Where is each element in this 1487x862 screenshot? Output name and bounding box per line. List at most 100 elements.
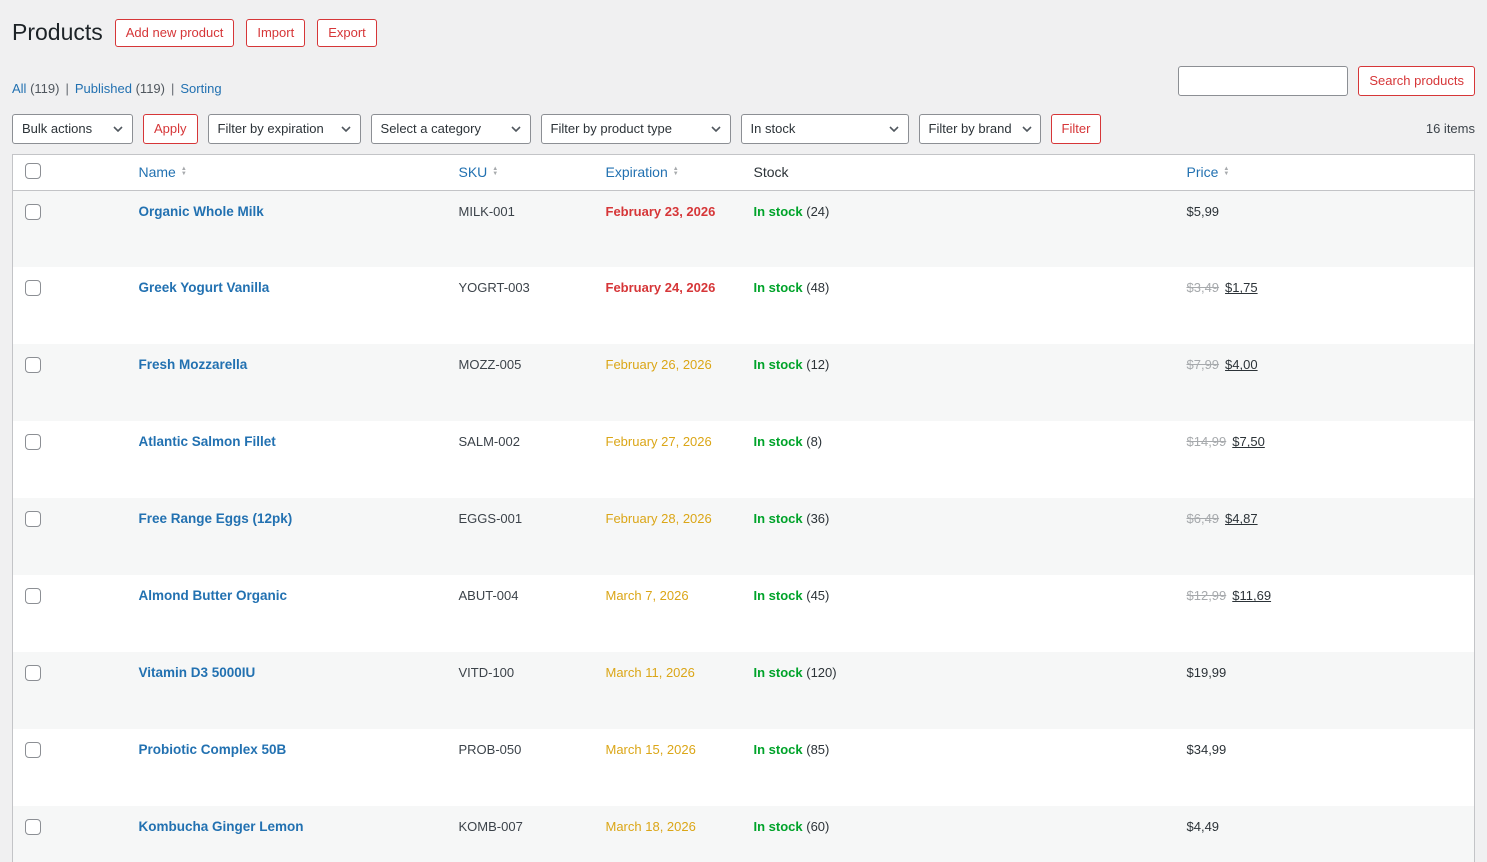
price-new: $4,00: [1225, 357, 1258, 372]
filter-by-product-type-select[interactable]: Filter by product type: [541, 114, 731, 144]
stock-status: In stock: [754, 204, 803, 219]
product-name-link[interactable]: Organic Whole Milk: [139, 204, 264, 219]
row-checkbox[interactable]: [25, 280, 41, 296]
stock-count: (85): [806, 742, 829, 757]
row-checkbox[interactable]: [25, 742, 41, 758]
column-stock: Stock: [744, 154, 1177, 190]
expiration-date: March 7, 2026: [606, 588, 689, 603]
view-sorting-link[interactable]: Sorting: [180, 81, 221, 96]
table-row: Almond Butter Organic ABUT-004 March 7, …: [13, 575, 1475, 652]
price: $4,49: [1187, 819, 1220, 834]
stock-count: (48): [806, 280, 829, 295]
row-checkbox[interactable]: [25, 357, 41, 373]
stock-status: In stock: [754, 357, 803, 372]
stock-count: (60): [806, 819, 829, 834]
sort-icon: ▲▼: [181, 167, 187, 177]
product-thumbnail-cell: [57, 652, 129, 729]
search-products-button[interactable]: Search products: [1358, 66, 1475, 96]
product-name-link[interactable]: Kombucha Ginger Lemon: [139, 819, 304, 834]
stock-status: In stock: [754, 434, 803, 449]
column-thumbnail: [57, 154, 129, 190]
price: $5,99: [1187, 204, 1220, 219]
products-table: Name▲▼ SKU▲▼ Expiration▲▼ Stock Price▲▼ …: [12, 154, 1475, 862]
table-row: Kombucha Ginger Lemon KOMB-007 March 18,…: [13, 806, 1475, 862]
product-thumbnail-cell: [57, 729, 129, 806]
product-sku: MILK-001: [449, 190, 596, 267]
view-filters: All (119) | Published (119) | Sorting: [12, 81, 222, 96]
product-name-link[interactable]: Fresh Mozzarella: [139, 357, 248, 372]
price-old: $3,49: [1187, 280, 1220, 295]
expiration-date: February 26, 2026: [606, 357, 712, 372]
price: $34,99: [1187, 742, 1227, 757]
view-published-link[interactable]: Published (119): [75, 81, 165, 96]
filter-by-expiration-select[interactable]: Filter by expiration: [208, 114, 361, 144]
product-name-link[interactable]: Vitamin D3 5000IU: [139, 665, 256, 680]
price-old: $6,49: [1187, 511, 1220, 526]
column-name[interactable]: Name▲▼: [129, 154, 449, 190]
chevron-down-icon: [1022, 126, 1032, 132]
stock-status-select[interactable]: In stock: [741, 114, 909, 144]
product-name-link[interactable]: Free Range Eggs (12pk): [139, 511, 293, 526]
price-new: $4,87: [1225, 511, 1258, 526]
expiration-date: February 27, 2026: [606, 434, 712, 449]
apply-button[interactable]: Apply: [143, 114, 198, 144]
price-new: $11,69: [1232, 588, 1271, 603]
stock-count: (45): [806, 588, 829, 603]
view-separator: |: [171, 81, 174, 96]
product-name-link[interactable]: Greek Yogurt Vanilla: [139, 280, 270, 295]
product-name-link[interactable]: Atlantic Salmon Fillet: [139, 434, 276, 449]
products-page: Products Add new product Import Export A…: [0, 0, 1487, 862]
stock-status: In stock: [754, 280, 803, 295]
stock-count: (12): [806, 357, 829, 372]
chevron-down-icon: [711, 126, 721, 132]
price: $19,99: [1187, 665, 1227, 680]
column-expiration[interactable]: Expiration▲▼: [596, 154, 744, 190]
product-sku: EGGS-001: [449, 498, 596, 575]
chevron-down-icon: [889, 126, 899, 132]
search-box: Search products: [1178, 66, 1475, 96]
filter-by-brand-select[interactable]: Filter by brand: [919, 114, 1041, 144]
price-old: $12,99: [1187, 588, 1227, 603]
stock-count: (8): [806, 434, 822, 449]
product-sku: PROB-050: [449, 729, 596, 806]
row-checkbox[interactable]: [25, 819, 41, 835]
filters-toolbar: Bulk actions Apply Filter by expiration …: [12, 114, 1475, 144]
row-checkbox[interactable]: [25, 665, 41, 681]
add-new-product-button[interactable]: Add new product: [115, 19, 235, 47]
select-category-select[interactable]: Select a category: [371, 114, 531, 144]
table-row: Atlantic Salmon Fillet SALM-002 February…: [13, 421, 1475, 498]
stock-count: (24): [806, 204, 829, 219]
stock-status: In stock: [754, 665, 803, 680]
stock-count: (120): [806, 665, 836, 680]
search-input[interactable]: [1178, 66, 1348, 96]
expiration-date: March 15, 2026: [606, 742, 696, 757]
price-new: $1,75: [1225, 280, 1258, 295]
bulk-actions-select[interactable]: Bulk actions: [12, 114, 133, 144]
row-checkbox[interactable]: [25, 204, 41, 220]
row-checkbox[interactable]: [25, 588, 41, 604]
product-name-link[interactable]: Almond Butter Organic: [139, 588, 288, 603]
select-all-checkbox[interactable]: [25, 163, 41, 179]
chevron-down-icon: [113, 126, 123, 132]
column-price[interactable]: Price▲▼: [1177, 154, 1475, 190]
table-row: Organic Whole Milk MILK-001 February 23,…: [13, 190, 1475, 267]
expiration-date: March 11, 2026: [606, 665, 695, 680]
column-sku[interactable]: SKU▲▼: [449, 154, 596, 190]
product-sku: SALM-002: [449, 421, 596, 498]
import-button[interactable]: Import: [246, 19, 305, 47]
product-thumbnail-cell: [57, 421, 129, 498]
table-header-row: Name▲▼ SKU▲▼ Expiration▲▼ Stock Price▲▼: [13, 154, 1475, 190]
export-button[interactable]: Export: [317, 19, 377, 47]
product-sku: YOGRT-003: [449, 267, 596, 344]
views-and-search-row: All (119) | Published (119) | Sorting Se…: [12, 66, 1475, 96]
filter-button[interactable]: Filter: [1051, 114, 1102, 144]
row-checkbox[interactable]: [25, 434, 41, 450]
product-thumbnail-cell: [57, 267, 129, 344]
product-thumbnail-cell: [57, 575, 129, 652]
expiration-date: February 24, 2026: [606, 280, 716, 295]
chevron-down-icon: [511, 126, 521, 132]
view-all-link[interactable]: All (119): [12, 81, 59, 96]
row-checkbox[interactable]: [25, 511, 41, 527]
product-name-link[interactable]: Probiotic Complex 50B: [139, 742, 287, 757]
expiration-date: February 28, 2026: [606, 511, 712, 526]
